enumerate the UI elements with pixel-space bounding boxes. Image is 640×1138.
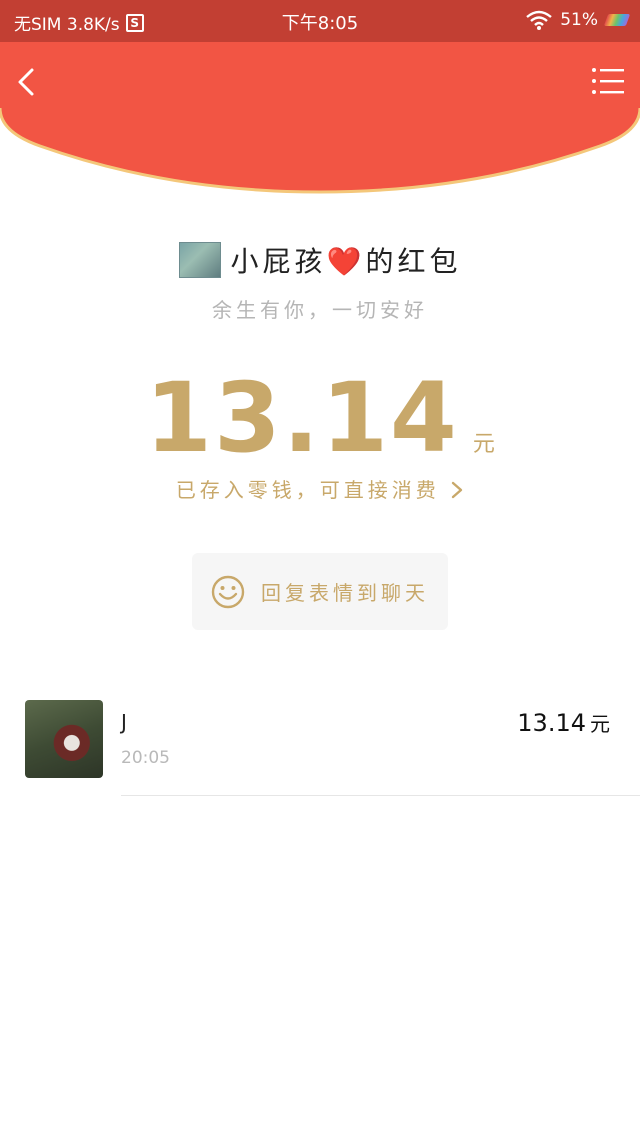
list-item[interactable]: J 20:05 13.14 元 xyxy=(0,690,640,796)
avatar xyxy=(25,700,103,778)
reply-sticker-button[interactable]: 回复表情到聊天 xyxy=(192,553,448,630)
amount-row: 13.14 元 xyxy=(0,362,640,474)
record-amount-value: 13.14 xyxy=(517,709,586,737)
amount-value: 13.14 xyxy=(145,362,459,474)
divider xyxy=(121,795,640,796)
list-menu-icon[interactable] xyxy=(586,62,630,102)
envelope-header xyxy=(0,42,640,194)
saved-text: 已存入零钱，可直接消费 xyxy=(175,478,440,502)
record-amount-unit: 元 xyxy=(590,712,610,736)
record-amount: 13.14 元 xyxy=(517,708,610,737)
blessing-text: 余生有你，一切安好 xyxy=(212,298,428,322)
sender-row: 小屁孩❤️的红包 xyxy=(0,240,640,280)
sender-name-before: 小屁孩 xyxy=(230,245,327,278)
saved-to-wallet-link[interactable]: 已存入零钱，可直接消费 xyxy=(0,474,640,503)
sender-name: 小屁孩❤️的红包 xyxy=(231,240,462,280)
status-bar: 无SIM 3.8K/s S 下午8:05 51% xyxy=(0,0,640,42)
chevron-right-icon xyxy=(451,481,463,499)
sender-avatar xyxy=(178,242,221,278)
reply-label: 回复表情到聊天 xyxy=(261,581,429,605)
sender-name-after: 的红包 xyxy=(365,245,462,278)
heart-icon: ❤️ xyxy=(326,245,366,278)
chevron-left-icon[interactable] xyxy=(10,62,46,102)
wifi-icon xyxy=(526,10,552,30)
record-time: 20:05 xyxy=(121,748,170,768)
amount-unit: 元 xyxy=(472,432,495,457)
battery-icon xyxy=(603,14,631,26)
smiley-icon xyxy=(211,575,245,608)
status-right: 51% xyxy=(526,10,631,30)
record-name: J xyxy=(121,710,127,734)
battery-text: 51% xyxy=(560,10,598,30)
